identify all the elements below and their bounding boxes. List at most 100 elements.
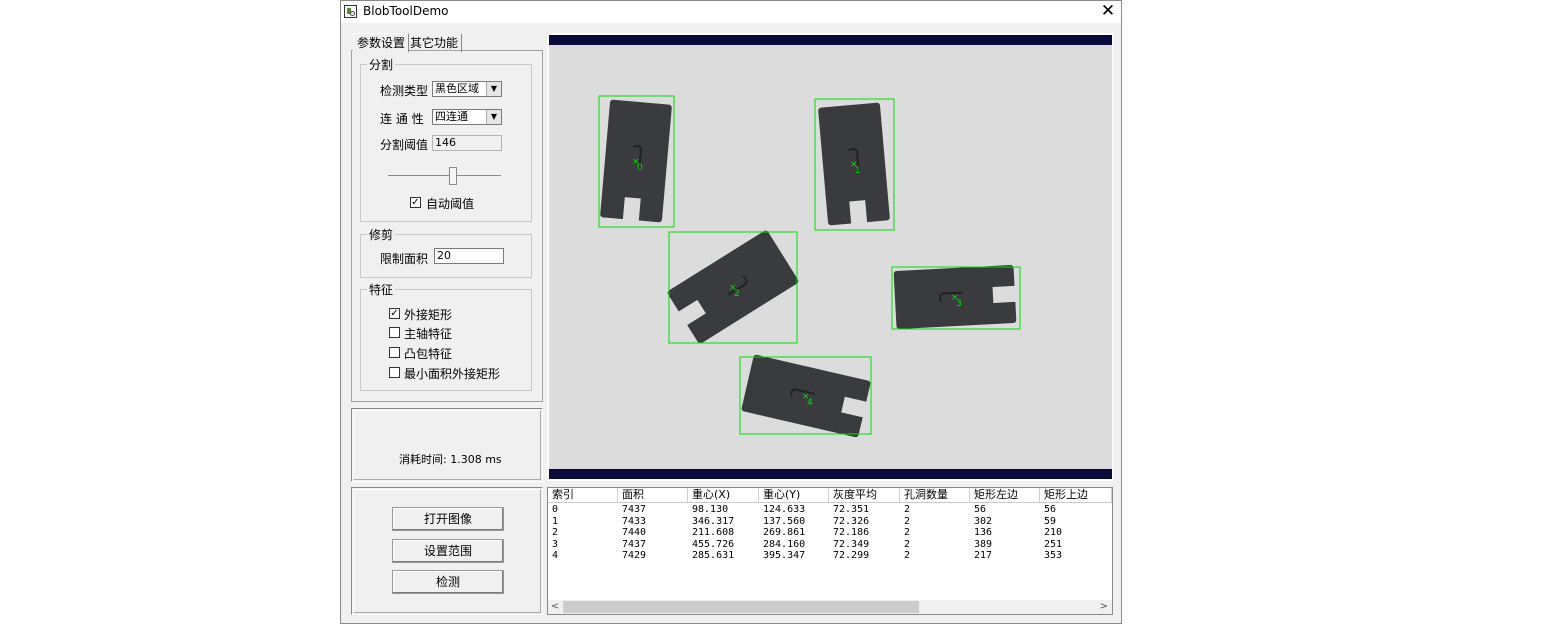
app-icon bbox=[344, 5, 357, 18]
table-cell: 389 bbox=[974, 538, 993, 550]
feature-checkbox[interactable] bbox=[389, 347, 400, 358]
column-header[interactable]: 重心(X) bbox=[688, 488, 759, 502]
horizontal-scrollbar[interactable]: < > bbox=[548, 600, 1112, 614]
trim-group-label: 修剪 bbox=[369, 228, 394, 242]
table-cell: 2 bbox=[904, 538, 911, 550]
table-cell: 124.633 bbox=[763, 504, 806, 515]
connectivity-label: 连 通 性 bbox=[380, 112, 424, 126]
table-cell: 7440 bbox=[622, 527, 647, 538]
table-cell: 136 bbox=[974, 527, 993, 538]
table-cell: 56 bbox=[1044, 504, 1057, 515]
threshold-slider-track[interactable] bbox=[388, 175, 501, 176]
table-cell: 2 bbox=[904, 515, 911, 527]
table-cell: 285.631 bbox=[692, 550, 735, 561]
table-cell: 346.317 bbox=[692, 515, 735, 527]
tab-other-functions[interactable]: 其它功能 bbox=[407, 34, 463, 52]
title-bar[interactable]: BlobToolDemo ✕ bbox=[341, 1, 1121, 23]
actions-panel: 打开图像 设置范围 检测 bbox=[351, 487, 543, 615]
table-cell: 353 bbox=[1044, 550, 1063, 561]
blob-index-label: 2 bbox=[734, 289, 740, 299]
results-table[interactable]: 索引 面积 重心(X) 重心(Y) 灰度平均 孔洞数量 矩形左边 矩形上边 0 7437 98.1… bbox=[547, 487, 1113, 615]
column-header[interactable]: 重心(Y) bbox=[759, 488, 829, 502]
table-cell: 1 bbox=[552, 515, 559, 527]
blob-index-label: 0 bbox=[637, 163, 643, 173]
table-cell: 72.351 bbox=[833, 504, 870, 515]
table-cell: 137.560 bbox=[763, 515, 806, 527]
elapsed-time-text: 消耗时间: 1.308 ms bbox=[399, 453, 502, 466]
column-header[interactable]: 矩形左边 bbox=[970, 488, 1040, 502]
table-cell: 302 bbox=[974, 515, 993, 527]
table-cell: 251 bbox=[1044, 538, 1063, 550]
table-cell: 284.160 bbox=[763, 538, 806, 550]
column-header[interactable]: 孔洞数量 bbox=[900, 488, 970, 502]
table-cell: 98.130 bbox=[692, 504, 729, 515]
column-header[interactable]: 矩形上边 bbox=[1040, 488, 1112, 502]
table-cell: 269.861 bbox=[763, 527, 806, 538]
image-viewer[interactable]: × 0 × 1 × 2 × 3 × 4 bbox=[547, 33, 1113, 481]
area-limit-label: 限制面积 bbox=[380, 252, 429, 266]
open-image-button[interactable]: 打开图像 bbox=[392, 507, 504, 531]
features-group-label: 特征 bbox=[369, 283, 394, 297]
feature-checkbox[interactable] bbox=[389, 327, 400, 338]
scrollbar-thumb[interactable] bbox=[563, 601, 919, 613]
feature-label: 最小面积外接矩形 bbox=[404, 367, 501, 381]
feature-checkbox[interactable]: ✓ bbox=[389, 308, 400, 319]
table-cell: 2 bbox=[904, 504, 911, 515]
table-cell: 395.347 bbox=[763, 550, 806, 561]
blob-index-label: 3 bbox=[956, 299, 962, 309]
connectivity-value: 四连通 bbox=[435, 110, 468, 123]
column-header[interactable]: 面积 bbox=[618, 488, 688, 502]
table-cell: 7437 bbox=[622, 504, 647, 515]
table-cell: 7437 bbox=[622, 538, 647, 550]
image-canvas[interactable]: ×0 ×1×2 ×3×4 bbox=[547, 33, 1113, 481]
threshold-slider-thumb[interactable] bbox=[448, 167, 457, 185]
table-cell: 59 bbox=[1044, 515, 1057, 527]
viewer-top-bar bbox=[549, 35, 1112, 45]
feature-label: 外接矩形 bbox=[404, 308, 453, 322]
chevron-down-icon[interactable]: ▼ bbox=[486, 82, 501, 96]
tab-parameters[interactable]: 参数设置 bbox=[353, 33, 410, 52]
table-cell: 4 bbox=[552, 550, 559, 561]
detect-type-label: 检测类型 bbox=[380, 84, 429, 98]
threshold-label: 分割阈值 bbox=[380, 138, 429, 152]
auto-threshold-label: 自动阈值 bbox=[426, 197, 475, 211]
blob-part: ×3 bbox=[891, 265, 1021, 330]
set-range-button[interactable]: 设置范围 bbox=[392, 539, 504, 563]
table-cell: 2 bbox=[904, 527, 911, 538]
table-cell: 72.186 bbox=[833, 527, 870, 538]
close-button[interactable]: ✕ bbox=[1097, 1, 1119, 23]
viewer-bottom-bar bbox=[549, 469, 1112, 479]
main-window: BlobToolDemo ✕ 参数设置 其它功能 分割 检测类型 黑色区域 ▼ … bbox=[340, 0, 1122, 624]
detect-button[interactable]: 检测 bbox=[392, 570, 504, 594]
table-header: 索引 面积 重心(X) 重心(Y) 灰度平均 孔洞数量 矩形左边 矩形上边 bbox=[548, 488, 1112, 503]
area-limit-input[interactable]: 20 bbox=[434, 248, 504, 264]
column-header[interactable]: 灰度平均 bbox=[829, 488, 900, 502]
blob-index-label: 4 bbox=[807, 398, 813, 408]
table-cell: 2 bbox=[904, 550, 911, 561]
feature-checkbox[interactable] bbox=[389, 367, 400, 378]
table-cell: 2 bbox=[552, 527, 559, 538]
table-cell: 3 bbox=[552, 538, 559, 550]
scroll-left-arrow-icon[interactable]: < bbox=[551, 600, 559, 614]
time-panel: 消耗时间: 1.308 ms bbox=[351, 408, 543, 482]
table-cell: 7433 bbox=[622, 515, 647, 527]
blob-index-label: 1 bbox=[855, 166, 861, 176]
table-cell: 211.608 bbox=[692, 527, 735, 538]
detect-type-select[interactable]: 黑色区域 ▼ bbox=[432, 81, 502, 97]
table-cell: 217 bbox=[974, 550, 993, 561]
window-title: BlobToolDemo bbox=[363, 4, 449, 18]
connectivity-select[interactable]: 四连通 ▼ bbox=[432, 109, 502, 125]
auto-threshold-checkbox[interactable]: ✓ bbox=[410, 197, 421, 208]
scroll-right-arrow-icon[interactable]: > bbox=[1100, 600, 1108, 614]
detect-type-value: 黑色区域 bbox=[435, 82, 479, 95]
chevron-down-icon[interactable]: ▼ bbox=[486, 110, 501, 124]
table-cell: 455.726 bbox=[692, 538, 735, 550]
table-cell: 7429 bbox=[622, 550, 647, 561]
table-cell: 210 bbox=[1044, 527, 1063, 538]
column-header[interactable]: 索引 bbox=[548, 488, 618, 502]
table-cell: 0 bbox=[552, 504, 559, 515]
table-cell: 72.299 bbox=[833, 550, 870, 561]
table-cell: 72.349 bbox=[833, 538, 870, 550]
feature-label: 凸包特征 bbox=[404, 347, 453, 361]
threshold-field: 146 bbox=[432, 135, 502, 151]
